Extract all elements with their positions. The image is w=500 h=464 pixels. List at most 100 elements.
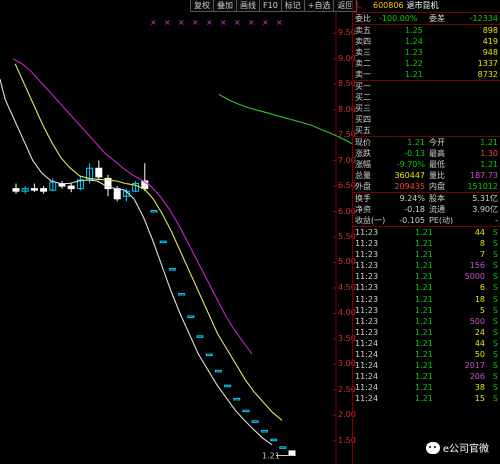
wechat-icon xyxy=(425,441,440,454)
order-ratio-value: -100.00% xyxy=(379,14,418,23)
tick-side: S xyxy=(492,394,498,404)
candle-body xyxy=(178,293,186,296)
quote-label: 涨跌 xyxy=(355,149,371,158)
ask-label: 卖一 xyxy=(355,70,371,79)
tick-time: 11:24 xyxy=(355,338,379,348)
toolbar-mark-button[interactable]: 标记 xyxy=(280,0,305,12)
tick-price: 1.21 xyxy=(415,350,433,360)
tick-row: 11:24 1.21 2017 S xyxy=(353,360,500,371)
tick-side: S xyxy=(492,383,498,393)
fundamental-label: PE(动) xyxy=(429,216,454,225)
tick-price: 1.21 xyxy=(415,316,433,326)
fundamental-value: -0.105 xyxy=(399,216,425,225)
tick-volume: 5 xyxy=(479,305,485,315)
tick-row: 11:23 1.21 18 S xyxy=(353,294,500,305)
ask-row: 卖四 1.24 419 xyxy=(353,36,500,47)
tick-volume: 50 xyxy=(474,350,485,360)
tick-side: S xyxy=(492,283,498,293)
quote-value: 1.21 xyxy=(407,138,425,147)
tick-side: S xyxy=(492,250,498,260)
order-diff-value: -12334 xyxy=(469,14,498,23)
candle-body xyxy=(67,185,75,190)
quote-label: 最高 xyxy=(429,149,445,158)
tick-side: S xyxy=(492,350,498,360)
quote-label: 现价 xyxy=(355,138,371,147)
tick-volume: 6 xyxy=(479,283,485,293)
candle-body xyxy=(150,210,158,213)
candle-body xyxy=(251,420,259,423)
bid-label: 买一 xyxy=(355,82,371,91)
tick-time: 11:24 xyxy=(355,394,379,404)
candle-body xyxy=(260,430,268,433)
bid-row: 买一 xyxy=(353,81,500,92)
fundamental-value: 3.90亿 xyxy=(472,205,498,214)
tick-row: 11:23 1.21 44 S xyxy=(353,227,500,238)
tick-time: 11:24 xyxy=(355,361,379,371)
tick-time: 11:23 xyxy=(355,316,379,326)
event-marker: × xyxy=(206,18,213,27)
tick-price: 1.21 xyxy=(415,361,433,371)
tick-list[interactable]: 11:23 1.21 44 S 11:23 1.21 8 S 11:23 1.21 7 S 11:23 1… xyxy=(353,226,500,405)
tick-row: 11:23 1.21 5000 S xyxy=(353,271,500,282)
fundamental-label: 收益(一) xyxy=(355,216,386,225)
tick-volume: 44 xyxy=(474,228,485,237)
tick-volume: 24 xyxy=(474,327,485,337)
stock-name: 退市昆机 xyxy=(406,1,439,10)
quote-row: 现价 1.21 今开 1.21 xyxy=(353,137,500,148)
tick-side: S xyxy=(492,361,498,371)
chart-toolbar: 复权 叠加 画线 F10 标记 +自选 返回 xyxy=(190,0,358,12)
ask-volume: 898 xyxy=(482,26,498,35)
candle-body xyxy=(214,369,222,373)
fundamental-label: 股本 xyxy=(429,194,445,203)
tick-volume: 156 xyxy=(469,261,485,271)
ask-label: 卖二 xyxy=(355,59,371,68)
tick-side: S xyxy=(492,338,498,348)
quote-stats: 现价 1.21 今开 1.21 涨跌 -0.13 最高 1.30 涨幅 -9.70% 最低 1.21 总… xyxy=(353,136,500,192)
tick-side: S xyxy=(492,294,498,304)
candle-body xyxy=(224,384,232,388)
quote-label: 今开 xyxy=(429,138,445,147)
fundamental-value: 9.24% xyxy=(399,194,425,203)
tick-side: S xyxy=(492,316,498,326)
tick-price: 1.21 xyxy=(415,228,433,237)
quote-value: 360447 xyxy=(394,171,425,180)
fundamental-row: 换手 9.24% 股本 5.31亿 xyxy=(353,193,500,204)
quote-value: 209435 xyxy=(394,182,425,191)
toolbar-f10-button[interactable]: F10 xyxy=(259,0,282,12)
tick-row: 11:23 1.21 7 S xyxy=(353,249,500,260)
tick-time: 11:23 xyxy=(355,228,379,237)
tick-side: S xyxy=(492,305,498,315)
candle-body xyxy=(30,188,38,191)
moving-average-line xyxy=(14,63,283,421)
tick-row: 11:23 1.21 24 S xyxy=(353,327,500,338)
candle-body xyxy=(242,409,250,413)
event-marker: × xyxy=(164,18,171,27)
ask-volume: 8732 xyxy=(477,70,498,79)
kline-chart[interactable]: × × × × × × × × × × 1.21 xyxy=(0,0,352,464)
tick-time: 11:24 xyxy=(355,350,379,360)
tick-price: 1.21 xyxy=(415,305,433,315)
event-marker: × xyxy=(276,18,283,27)
ask-price: 1.24 xyxy=(405,37,423,46)
tick-side: S xyxy=(492,228,498,237)
toolbar-restore-rights-button[interactable]: 复权 xyxy=(190,0,214,12)
ask-label: 卖五 xyxy=(355,26,371,35)
toolbar-add-watchlist-button[interactable]: +自选 xyxy=(303,0,335,12)
ask-volume: 948 xyxy=(482,48,498,57)
tick-volume: 500 xyxy=(469,316,485,326)
bid-label: 买三 xyxy=(355,104,371,113)
event-marker: × xyxy=(178,18,185,27)
tick-volume: 7 xyxy=(479,250,485,260)
tick-volume: 8 xyxy=(479,239,485,249)
tick-row: 11:23 1.21 156 S xyxy=(353,260,500,271)
watermark: e公司官微 xyxy=(422,439,492,456)
fundamental-value: 5.31亿 xyxy=(472,194,498,203)
quote-row: 外盘 209435 内盘 151012 xyxy=(353,181,500,192)
toolbar-overlay-button[interactable]: 叠加 xyxy=(213,0,237,12)
bid-label: 买二 xyxy=(355,93,371,102)
candle-body xyxy=(113,188,121,200)
toolbar-draw-line-button[interactable]: 画线 xyxy=(236,0,260,12)
ask-price: 1.23 xyxy=(405,48,423,57)
quote-value: 1.21 xyxy=(480,160,498,169)
tick-row: 11:24 1.21 38 S xyxy=(353,382,500,393)
